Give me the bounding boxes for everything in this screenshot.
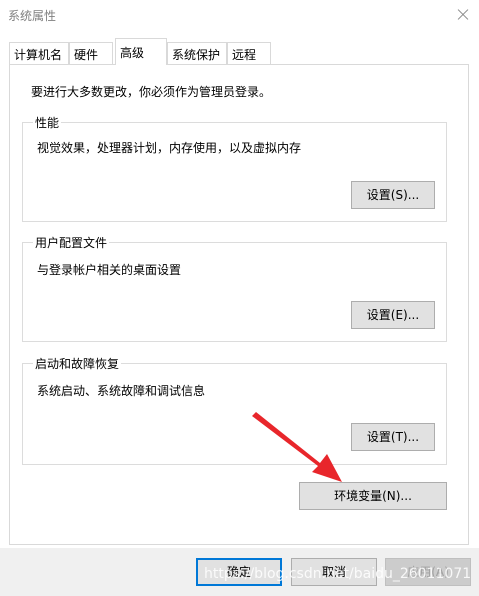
performance-label: 性能 [33, 114, 62, 131]
startup-recovery-settings-button[interactable]: 设置(T)... [351, 423, 435, 451]
startup-recovery-label: 启动和故障恢复 [33, 355, 122, 372]
performance-settings-button[interactable]: 设置(S)... [351, 181, 435, 209]
tab-hardware[interactable]: 硬件 [69, 42, 113, 64]
tab-computer-name[interactable]: 计算机名 [9, 42, 69, 64]
performance-description: 视觉效果，处理器计划，内存使用，以及虚拟内存 [37, 141, 302, 155]
title-bar: 系统属性 [0, 0, 479, 30]
tab-advanced[interactable]: 高级 [115, 38, 167, 65]
environment-variables-button[interactable]: 环境变量(N)... [299, 482, 447, 510]
user-profiles-settings-button[interactable]: 设置(E)... [351, 301, 435, 329]
close-icon[interactable] [446, 0, 479, 30]
user-profiles-label: 用户配置文件 [33, 234, 110, 251]
tab-remote[interactable]: 远程 [227, 42, 271, 64]
tab-system-protection[interactable]: 系统保护 [167, 42, 227, 64]
user-profiles-description: 与登录帐户相关的桌面设置 [37, 263, 182, 277]
watermark-text: https://blog.csdn.net/baidu_26011071 [204, 566, 472, 582]
startup-recovery-description: 系统启动、系统故障和调试信息 [37, 384, 206, 398]
window-title: 系统属性 [8, 9, 57, 23]
admin-notice: 要进行大多数更改，你必须作为管理员登录。 [31, 85, 272, 99]
